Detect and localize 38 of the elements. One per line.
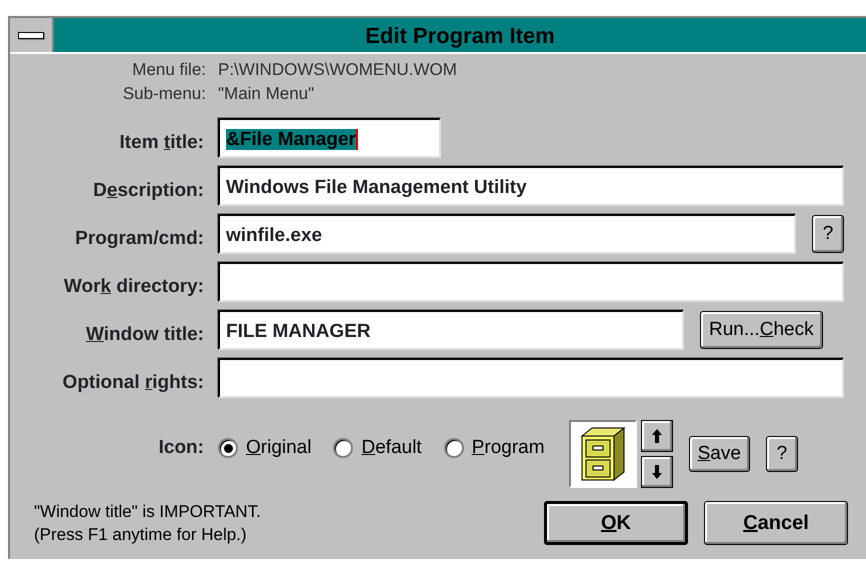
field-label: Description: <box>92 178 205 203</box>
field-label: Item title: <box>118 130 205 155</box>
run-check-button[interactable]: Run...Check <box>700 311 823 349</box>
info-value: "Main Menu" <box>218 83 314 105</box>
info-label: Sub-menu: <box>122 83 207 105</box>
input-field[interactable]: &File Manager <box>218 118 441 158</box>
info-label: Menu file: <box>131 59 207 81</box>
note-text: (Press F1 anytime for Help.) <box>34 524 248 546</box>
system-menu-button[interactable] <box>10 18 54 52</box>
input-field[interactable] <box>218 262 844 302</box>
radio-label: Original <box>246 436 312 460</box>
radio-label: Default <box>361 436 422 460</box>
field-label: Program/cmd: <box>74 226 205 251</box>
radio-button[interactable] <box>444 438 464 458</box>
field-label: Work directory: <box>62 274 205 299</box>
window-title: Edit Program Item <box>364 22 556 50</box>
field-label: Optional rights: <box>62 370 205 395</box>
input-field[interactable]: Windows File Management Utility <box>218 166 844 206</box>
help-button[interactable]: ? <box>812 215 844 253</box>
spin-down-button[interactable] <box>640 456 673 488</box>
input-field[interactable]: winfile.exe <box>218 214 796 254</box>
field-label: Window title: <box>84 322 205 347</box>
ok-button[interactable]: OK <box>544 501 688 545</box>
spin-up-button[interactable] <box>640 420 673 452</box>
note-text: "Window title" is IMPORTANT. <box>34 501 262 523</box>
up-arrow-icon <box>650 428 663 444</box>
help-button[interactable]: ? <box>766 436 798 472</box>
down-arrow-icon <box>650 464 663 480</box>
radio-label: Program <box>472 436 545 460</box>
save-button[interactable]: Save <box>688 436 750 472</box>
input-field[interactable] <box>218 358 844 398</box>
radio-button[interactable] <box>333 438 354 458</box>
cancel-button[interactable]: Cancel <box>704 501 848 545</box>
icon-label: Icon: <box>158 436 205 460</box>
input-field[interactable]: FILE MANAGER <box>218 310 684 350</box>
radio-button[interactable] <box>218 438 238 458</box>
info-value: P:\WINDOWS\WOMENU.WOM <box>218 59 457 81</box>
file-cabinet-icon <box>580 426 626 482</box>
